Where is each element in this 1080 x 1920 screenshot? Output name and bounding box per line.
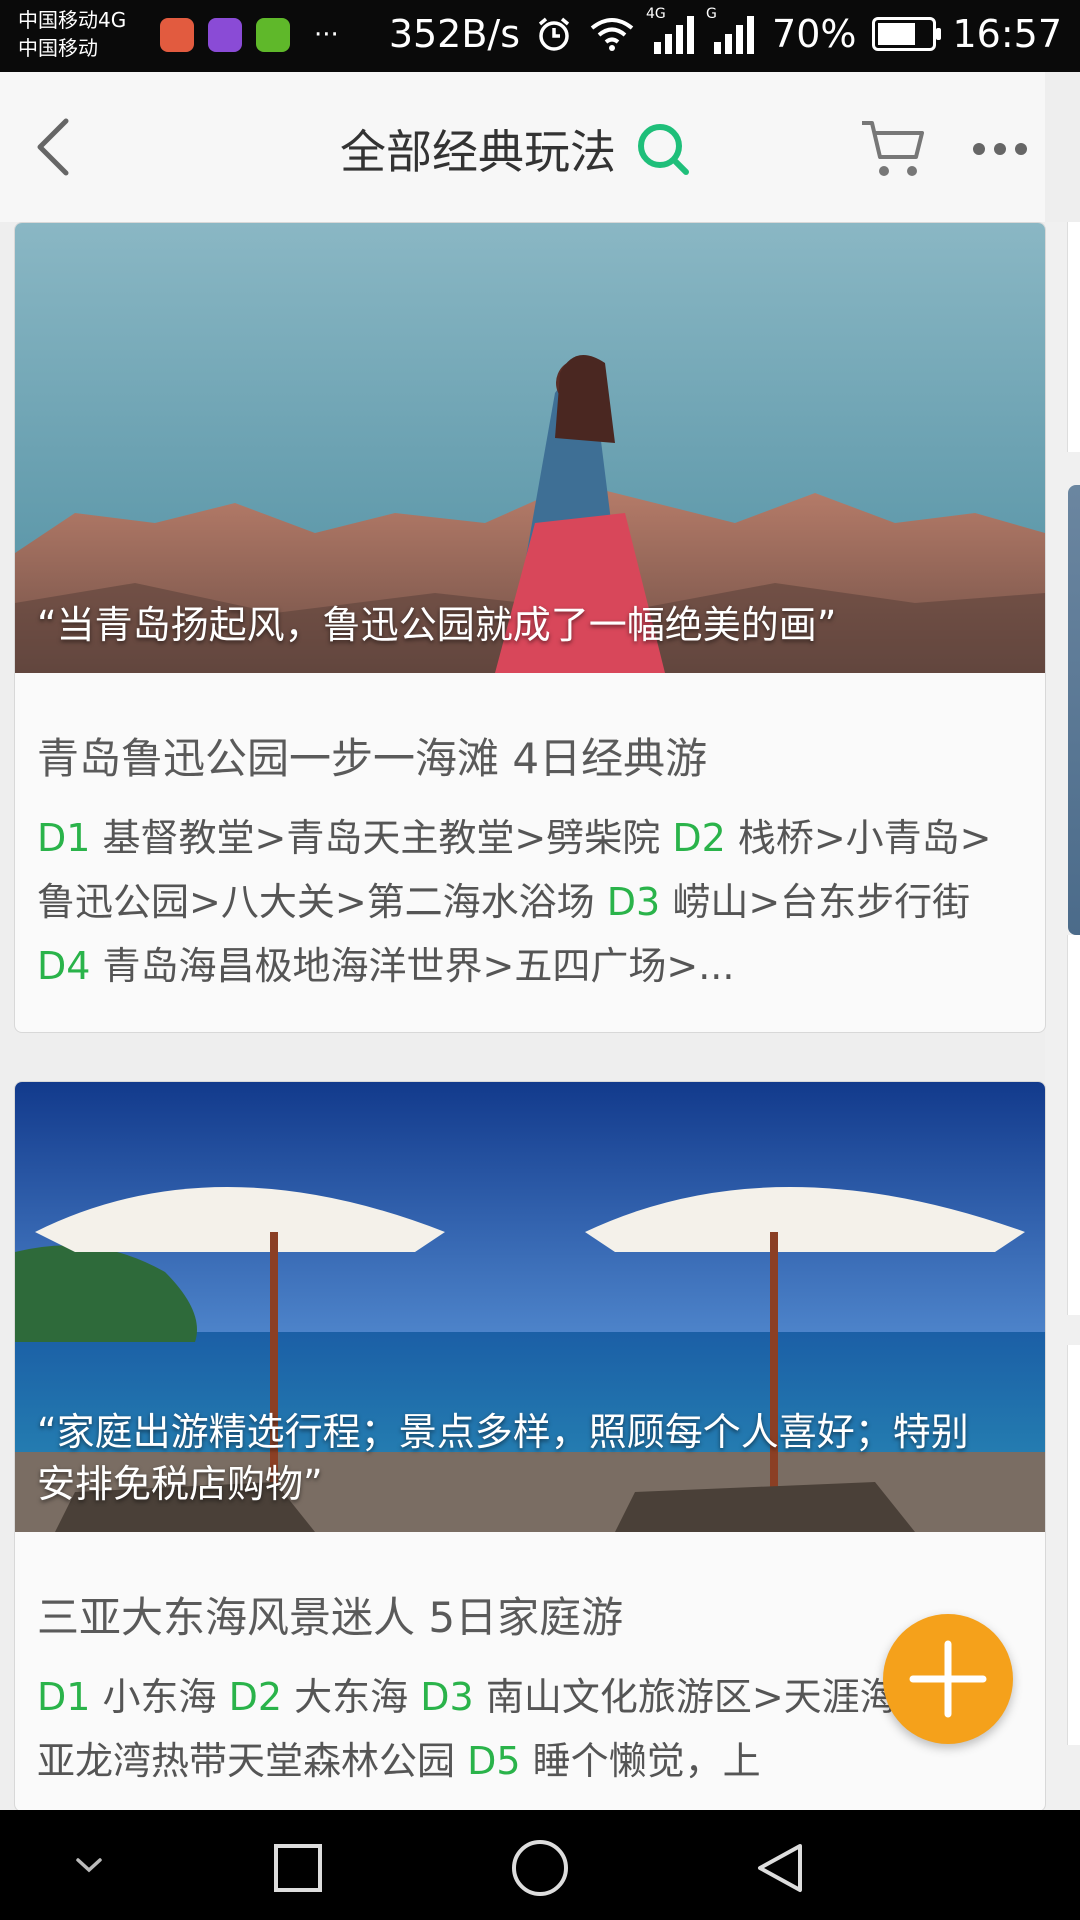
mail-app-icon	[160, 18, 194, 52]
card-title: 青岛鲁迅公园一步一海滩 4日经典游	[37, 734, 708, 783]
signal-g-label: G	[706, 6, 717, 22]
hide-nav-chevron-icon[interactable]	[72, 1848, 106, 1882]
title-area: 全部经典玩法	[340, 116, 692, 182]
peek-card-1	[1067, 222, 1080, 452]
recent-apps-square-icon[interactable]	[272, 1842, 324, 1894]
signal-4g-icon: 4G	[646, 6, 696, 54]
day-places: 小东海	[102, 1675, 217, 1719]
signal-bars-2	[714, 16, 755, 54]
card-quote: “当青岛扬起风，鲁迅公园就成了一幅绝美的画”	[37, 603, 837, 647]
battery-percent: 70%	[772, 12, 857, 56]
search-icon[interactable]	[634, 120, 692, 178]
battery-icon	[872, 17, 942, 51]
battery-fill	[878, 23, 915, 45]
gallery-app-icon	[208, 18, 242, 52]
system-nav-bar	[0, 1810, 1080, 1920]
alarm-icon	[538, 17, 570, 51]
day-label: D3	[606, 880, 661, 924]
net-speed: 352B/s	[388, 12, 521, 56]
card-quote: “家庭出游精选行程；景点多样，照顾每个人喜好；特别安排免税店购物”	[37, 1410, 969, 1506]
day-places: 睡个懒觉，上	[532, 1739, 761, 1783]
day-places: 大东海	[294, 1675, 409, 1719]
day-places: 青岛海昌极地海洋世界>五四广场>...	[102, 944, 735, 988]
day-label: D1	[37, 1675, 91, 1719]
card-route: D1 基督教堂>青岛天主教堂>劈柴院 D2 栈桥>小青岛>鲁迅公园>八大关>第二…	[37, 806, 1021, 998]
card-photo-sanya: “家庭出游精选行程；景点多样，照顾每个人喜好；特别安排免税店购物”	[15, 1082, 1045, 1532]
add-fab-button[interactable]	[883, 1614, 1013, 1744]
back-triangle-icon[interactable]	[752, 1840, 808, 1896]
day-label: D2	[228, 1675, 283, 1719]
day-label: D4	[37, 944, 91, 988]
plus-icon	[909, 1640, 987, 1718]
more-options-icon[interactable]	[970, 134, 1030, 164]
day-places: 亚龙湾热带天堂森林公园	[37, 1739, 456, 1783]
clock: 16:57	[952, 12, 1062, 56]
peek-card-4	[1067, 1345, 1080, 1745]
peek-card-2	[1068, 485, 1080, 935]
carrier-line-1: 中国移动4G	[18, 8, 127, 32]
carrier-line-2: 中国移动	[18, 36, 98, 60]
status-bar: 中国移动4G 中国移动 ··· 352B/s 4G G 70% 16:57	[0, 0, 1080, 72]
signal-g-icon: G	[706, 6, 756, 54]
signal-4g-label: 4G	[646, 6, 666, 22]
day-label: D2	[672, 816, 726, 860]
security-app-icon	[256, 18, 290, 52]
notification-icons: ···	[160, 18, 339, 52]
status-right: 352B/s 4G G 70% 16:57	[388, 6, 1062, 56]
peek-card-3	[1067, 935, 1080, 1315]
app-header: 全部经典玩法	[0, 72, 1045, 222]
itinerary-card-qingdao[interactable]: “当青岛扬起风，鲁迅公园就成了一幅绝美的画” 青岛鲁迅公园一步一海滩 4日经典游…	[14, 222, 1046, 1033]
card-photo-qingdao: “当青岛扬起风，鲁迅公园就成了一幅绝美的画”	[15, 223, 1045, 673]
day-places: 崂山>台东步行街	[672, 880, 971, 924]
day-label: D5	[467, 1739, 521, 1783]
carrier-info: 中国移动4G 中国移动	[18, 6, 126, 62]
day-label: D3	[420, 1675, 474, 1719]
day-places: 基督教堂>青岛天主教堂>劈柴院	[102, 816, 661, 860]
day-places: 南山文化旅游区>天涯海角	[485, 1675, 936, 1719]
wifi-icon	[590, 18, 634, 51]
home-circle-icon[interactable]	[510, 1838, 570, 1898]
more-notifications-icon: ···	[314, 20, 339, 50]
day-label: D1	[37, 816, 91, 860]
back-arrow-icon[interactable]	[30, 117, 80, 177]
cart-icon[interactable]	[860, 117, 926, 179]
page-title: 全部经典玩法	[340, 125, 616, 179]
card-route: D1 小东海 D2 大东海 D3 南山文化旅游区>天涯海角 D4 亚龙湾热带天堂…	[37, 1665, 1021, 1793]
